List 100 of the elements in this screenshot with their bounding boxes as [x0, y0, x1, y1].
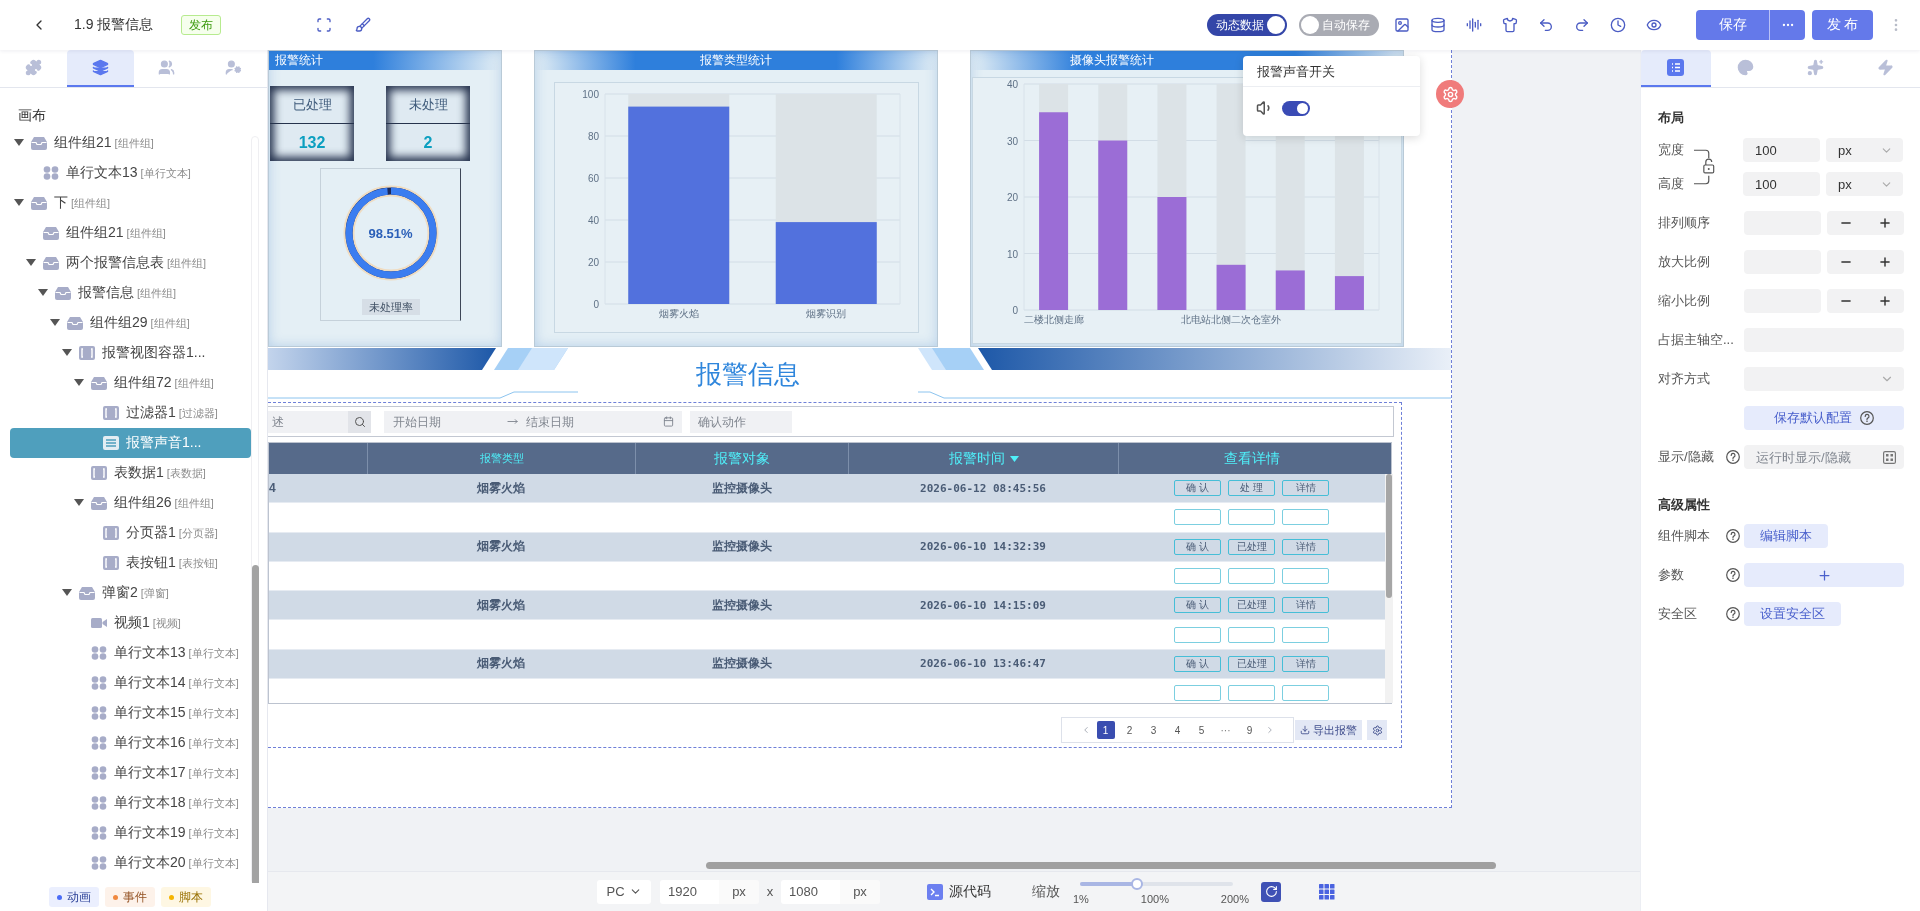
gear-icon[interactable] [1436, 80, 1464, 108]
search-input[interactable]: 述 [268, 410, 348, 433]
scrollbar-thumb[interactable] [706, 862, 1496, 869]
action-button[interactable]: 确 认 [1174, 480, 1221, 497]
action-button[interactable]: 详情 [1282, 538, 1329, 555]
shirt-icon[interactable] [1502, 17, 1518, 33]
toggle-switch[interactable]: 动态数据 [1207, 14, 1287, 36]
action-button[interactable]: 已处理 [1228, 597, 1275, 614]
action-button[interactable]: 确 认 [1174, 597, 1221, 614]
publish-button[interactable]: 发 布 [1812, 10, 1873, 40]
settings-button[interactable] [1367, 720, 1387, 740]
action-button[interactable]: 已处理 [1228, 655, 1275, 672]
help-icon[interactable] [1726, 568, 1740, 582]
caret-down-icon[interactable] [61, 589, 73, 597]
caret-down-icon[interactable] [13, 139, 25, 147]
action-button[interactable]: 详情 [1282, 480, 1329, 497]
caret-down-icon[interactable] [25, 259, 37, 267]
tab-chip[interactable]: 脚本 [161, 887, 211, 907]
help-icon[interactable] [1726, 529, 1740, 543]
layer-item[interactable]: 单行文本18 [单行文本] [10, 788, 251, 818]
plus-icon[interactable] [1877, 216, 1892, 230]
action-button[interactable]: 确 认 [1174, 655, 1221, 672]
action-button[interactable]: 处 理 [1228, 480, 1275, 497]
layer-item[interactable]: 分页器1 [分页器] [10, 518, 251, 548]
layer-item[interactable]: 单行文本20 [单行文本] [10, 848, 251, 878]
layer-item[interactable]: 组件组72 [组件组] [10, 368, 251, 398]
page-button[interactable]: 5 [1192, 721, 1211, 739]
layer-item[interactable]: 视频1 [视频] [10, 608, 251, 638]
help-icon[interactable] [1726, 450, 1740, 464]
caret-down-icon[interactable] [61, 349, 73, 357]
layer-item[interactable]: 过滤器1 [过滤器] [10, 398, 251, 428]
save-default-button[interactable]: 保存默认配置 [1744, 406, 1904, 430]
undo-icon[interactable] [1538, 17, 1554, 33]
grid-icon[interactable] [1319, 883, 1335, 900]
action-button[interactable]: 已处理 [1228, 538, 1275, 555]
date-range-field[interactable]: 开始日期 结束日期 [384, 410, 682, 433]
layer-item[interactable]: 报警视图容器1... [10, 338, 251, 368]
action-button[interactable]: 详情 [1282, 655, 1329, 672]
page-button[interactable]: 2 [1120, 721, 1139, 739]
layer-item[interactable]: 单行文本14 [单行文本] [10, 668, 251, 698]
width-input[interactable]: 1920 [660, 879, 719, 904]
layer-item[interactable]: 单行文本19 [单行文本] [10, 818, 251, 848]
zoom-slider-thumb[interactable] [1130, 878, 1143, 890]
layer-item[interactable]: 表按钮1 [表按钮] [10, 548, 251, 578]
layer-item[interactable]: 单行文本13 [单行文本] [10, 638, 251, 668]
page-button[interactable]: 4 [1168, 721, 1187, 739]
layer-item[interactable]: 单行文本17 [单行文本] [10, 758, 251, 788]
number-input[interactable]: 100 [1743, 138, 1820, 162]
help-icon[interactable] [1726, 607, 1740, 621]
unit-select[interactable]: px [1826, 138, 1903, 162]
plus-icon[interactable] [1877, 255, 1892, 269]
select-field[interactable] [1744, 367, 1904, 391]
panel-tab[interactable] [66, 50, 134, 87]
layer-item[interactable]: 两个报警信息表 [组件组] [10, 248, 251, 278]
sound-switch[interactable] [1282, 100, 1310, 116]
device-select[interactable]: PC [597, 879, 651, 904]
caret-down-icon[interactable] [73, 499, 85, 507]
clock-icon[interactable] [1610, 17, 1626, 33]
plus-icon[interactable] [1877, 294, 1892, 308]
source-code-button[interactable]: 源代码 [927, 882, 991, 901]
caret-down-icon[interactable] [37, 289, 49, 297]
layer-item[interactable]: 单行文本15 [单行文本] [10, 698, 251, 728]
end-date-input[interactable]: 结束日期 [522, 414, 640, 429]
script-button[interactable]: 编辑脚本 [1744, 524, 1828, 548]
save-options-button[interactable] [1769, 10, 1805, 40]
layer-item[interactable]: 组件组26 [组件组] [10, 488, 251, 518]
start-date-input[interactable]: 开始日期 [389, 414, 507, 429]
search-button[interactable] [348, 410, 371, 433]
layer-item[interactable]: 表数据1 [表数据] [10, 458, 251, 488]
unit-select[interactable]: px [1826, 172, 1903, 196]
layer-item[interactable]: 下 [组件组] [10, 188, 251, 218]
tab-chip[interactable]: 事件 [105, 887, 155, 907]
action-button[interactable]: 确 认 [1174, 538, 1221, 555]
waveform-icon[interactable] [1466, 17, 1482, 33]
save-button[interactable]: 保存 [1696, 10, 1769, 40]
expression-input[interactable]: 运行时显示/隐藏 [1744, 446, 1874, 468]
panel-tab[interactable] [1641, 50, 1711, 87]
layer-item[interactable]: 弹窗2 [弹窗] [10, 578, 251, 608]
caret-down-icon[interactable] [13, 199, 25, 207]
scrollbar-thumb[interactable] [1386, 474, 1392, 598]
script-button[interactable]: 设置安全区 [1744, 602, 1841, 626]
page-button[interactable]: 1 [1096, 721, 1115, 739]
layer-item[interactable]: 单行文本16 [单行文本] [10, 728, 251, 758]
image-icon[interactable] [1394, 17, 1410, 33]
help-icon[interactable] [1860, 411, 1874, 425]
action-button[interactable]: 详情 [1282, 597, 1329, 614]
page-button[interactable]: 3 [1144, 721, 1163, 739]
redo-icon[interactable] [1574, 17, 1590, 33]
action-select[interactable]: 确认动作 [690, 410, 792, 433]
layer-item[interactable]: 单行文本13 [单行文本] [10, 158, 251, 188]
caret-down-icon[interactable] [49, 319, 61, 327]
export-button[interactable]: 导出报警 [1295, 720, 1362, 740]
caret-down-icon[interactable] [73, 379, 85, 387]
layer-item[interactable]: 组件组29 [组件组] [10, 308, 251, 338]
brush-icon[interactable] [355, 17, 372, 33]
database-icon[interactable] [1430, 17, 1446, 33]
eye-icon[interactable] [1646, 17, 1662, 33]
scrollbar-thumb[interactable] [252, 565, 259, 883]
zoom-slider-track[interactable] [1080, 878, 1233, 890]
number-input[interactable]: 100 [1743, 172, 1820, 196]
